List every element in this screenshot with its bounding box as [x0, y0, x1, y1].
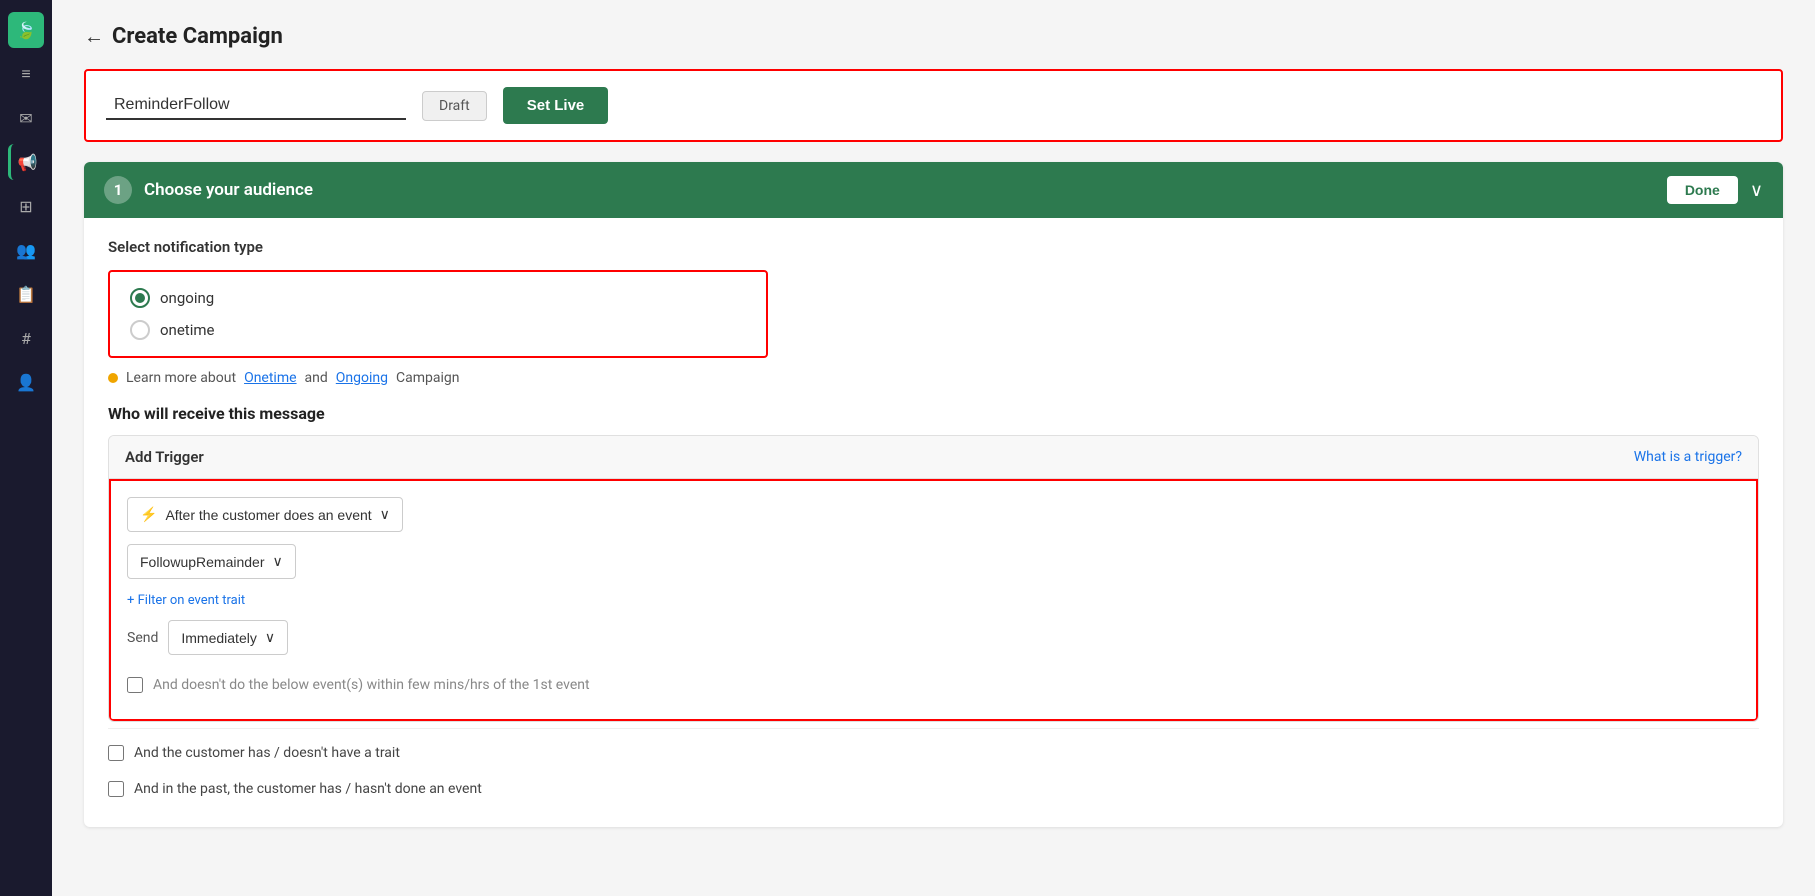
- what-is-trigger-link[interactable]: What is a trigger?: [1634, 449, 1742, 465]
- main-content: ← Create Campaign Draft Set Live 1 Choos…: [52, 0, 1815, 896]
- trait-checkbox[interactable]: [108, 745, 124, 761]
- campaigns-icon[interactable]: 📢: [8, 144, 44, 180]
- section-header: 1 Choose your audience Done ∨: [84, 162, 1783, 218]
- followup-row: FollowupRemainder ∨: [127, 544, 1740, 579]
- past-event-checkbox-row: And in the past, the customer has / hasn…: [108, 771, 1759, 807]
- ongoing-link[interactable]: Ongoing: [336, 370, 388, 386]
- back-button[interactable]: ←: [84, 24, 104, 49]
- lightning-icon: ⚡: [140, 506, 157, 523]
- notification-type-label: Select notification type: [108, 238, 1759, 256]
- onetime-link[interactable]: Onetime: [244, 370, 296, 386]
- grid-icon[interactable]: ⊞: [8, 188, 44, 224]
- radio-group: ongoing onetime: [108, 270, 768, 358]
- radio-ongoing-circle: [130, 288, 150, 308]
- done-button[interactable]: Done: [1667, 176, 1738, 204]
- add-trigger-box: Add Trigger What is a trigger? ⚡ After t…: [108, 435, 1759, 722]
- send-label: Send: [127, 630, 158, 646]
- radio-ongoing-inner: [135, 293, 145, 303]
- trait-checkbox-row: And the customer has / doesn't have a tr…: [108, 735, 1759, 771]
- followup-dropdown[interactable]: FollowupRemainder ∨: [127, 544, 296, 579]
- trigger-body: ⚡ After the customer does an event ∨ Fol…: [109, 479, 1758, 721]
- sidebar: 🍃 ≡ ✉ 📢 ⊞ 👥 📋 # 👤: [0, 0, 52, 896]
- followup-label: FollowupRemainder: [140, 554, 265, 570]
- chevron-down-icon[interactable]: ∨: [1750, 180, 1763, 201]
- radio-option-ongoing[interactable]: ongoing: [130, 288, 746, 308]
- set-live-button[interactable]: Set Live: [503, 87, 609, 124]
- people-icon[interactable]: 👥: [8, 232, 44, 268]
- section-header-left: 1 Choose your audience: [104, 176, 313, 204]
- info-dot-icon: [108, 373, 118, 383]
- add-trigger-header: Add Trigger What is a trigger?: [109, 436, 1758, 479]
- radio-ongoing-label: ongoing: [160, 289, 214, 307]
- immediately-chevron-icon: ∨: [265, 629, 275, 646]
- campaign-name-input[interactable]: [106, 92, 406, 120]
- event-trigger-dropdown[interactable]: ⚡ After the customer does an event ∨: [127, 497, 403, 532]
- immediately-dropdown[interactable]: Immediately ∨: [168, 620, 288, 655]
- logo-icon: 🍃: [8, 12, 44, 48]
- radio-onetime-label: onetime: [160, 321, 214, 339]
- who-label: Who will receive this message: [108, 404, 1759, 423]
- info-text-post: Campaign: [396, 370, 459, 386]
- section-header-right: Done ∨: [1667, 176, 1763, 204]
- section-header-title: Choose your audience: [144, 180, 313, 200]
- radio-onetime-circle: [130, 320, 150, 340]
- divider: [108, 728, 1759, 729]
- menu-icon[interactable]: ≡: [8, 56, 44, 92]
- send-row: Send Immediately ∨: [127, 620, 1740, 655]
- immediately-label: Immediately: [181, 630, 256, 646]
- add-trigger-title: Add Trigger: [125, 448, 204, 466]
- past-event-label: And in the past, the customer has / hasn…: [134, 781, 482, 797]
- and-text: and: [305, 370, 328, 386]
- doesnt-do-event-row: And doesn't do the below event(s) within…: [127, 667, 1740, 703]
- doesnt-do-event-checkbox[interactable]: [127, 677, 143, 693]
- step-number: 1: [104, 176, 132, 204]
- event-dropdown-row: ⚡ After the customer does an event ∨: [127, 497, 1740, 532]
- section-body: Select notification type ongoing onetime: [84, 218, 1783, 827]
- info-text-pre: Learn more about: [126, 370, 236, 386]
- followup-chevron-icon: ∨: [273, 553, 283, 570]
- filter-link[interactable]: + Filter on event trait: [127, 593, 245, 608]
- event-trigger-label: After the customer does an event: [165, 507, 371, 523]
- person-add-icon[interactable]: 👤: [8, 364, 44, 400]
- list-icon[interactable]: 📋: [8, 276, 44, 312]
- page-header: ← Create Campaign: [84, 24, 1783, 49]
- doesnt-do-event-label: And doesn't do the below event(s) within…: [153, 677, 590, 693]
- campaign-bar: Draft Set Live: [84, 69, 1783, 142]
- section-1-card: 1 Choose your audience Done ∨ Select not…: [84, 162, 1783, 827]
- page-title: Create Campaign: [112, 24, 283, 49]
- trait-label: And the customer has / doesn't have a tr…: [134, 745, 400, 761]
- event-chevron-icon: ∨: [380, 506, 390, 523]
- mail-icon[interactable]: ✉: [8, 100, 44, 136]
- past-event-checkbox[interactable]: [108, 781, 124, 797]
- draft-badge: Draft: [422, 91, 487, 121]
- tag-icon[interactable]: #: [8, 320, 44, 356]
- info-line: Learn more about Onetime and Ongoing Cam…: [108, 370, 1759, 386]
- radio-option-onetime[interactable]: onetime: [130, 320, 746, 340]
